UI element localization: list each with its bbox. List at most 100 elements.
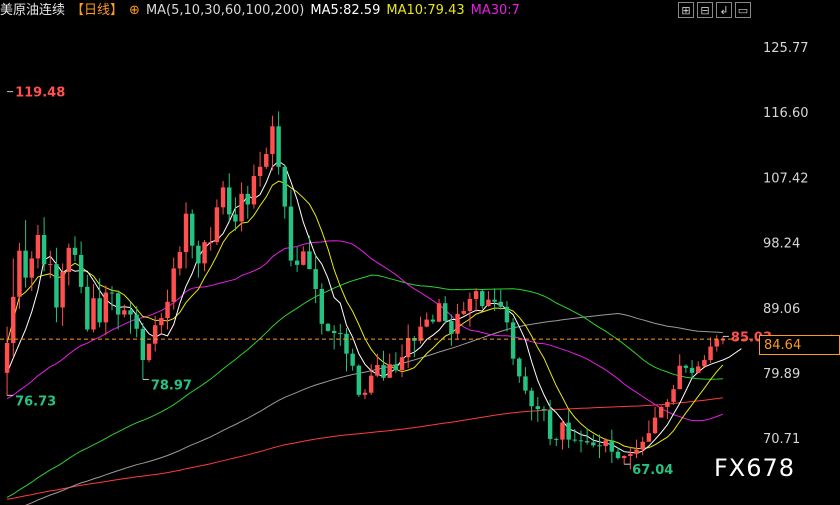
candle-body [78,254,84,287]
candle-body [307,251,312,270]
candle-body [517,358,522,377]
candle-body [60,271,65,308]
candle-body [455,313,460,334]
candle-body [375,365,380,376]
candle-body [449,320,454,334]
candle-body [541,409,547,411]
candle-body [270,126,275,155]
candle-body [264,154,269,167]
candle-body [189,213,195,246]
candle-body [362,392,368,395]
candle-body [430,319,436,322]
candle-body [97,298,102,323]
candle-body [35,235,41,259]
candle-body [628,453,633,456]
candle-body [159,318,164,326]
candle-body [301,251,306,265]
candle-body [584,441,590,443]
candle-body [202,242,207,264]
candle-body [436,303,442,322]
candle-body [597,445,602,447]
candle-body [103,292,109,323]
candle-body [338,333,343,335]
candle-body [331,330,337,334]
candle-body [220,187,226,208]
zoom-in-icon[interactable]: ⊞ [678,2,694,18]
y-tick-label: 89.06 [763,302,800,317]
ma30-value: MA30:7 [470,3,520,18]
candle-body [41,235,47,265]
moving-average-lines [6,160,742,505]
candle-body [325,323,331,331]
candle-body [467,298,473,312]
zoom-out-icon[interactable]: ⊟ [697,2,713,18]
candle-body [122,310,127,315]
candle-body [473,291,479,299]
candle-body [640,441,645,450]
candle-body [658,406,664,418]
candle-body [208,242,213,244]
price-axis: 125.77 116.60 107.42 98.24 89.06 79.89 70.71 [763,41,809,447]
y-tick-label: 107.42 [763,171,809,186]
candle-body [510,322,516,359]
candle-body [239,193,244,222]
candle-body [486,299,491,307]
candle-body [399,357,405,370]
candle-body [214,207,220,243]
ma-params[interactable]: MA(5,10,30,60,100,200) [146,3,304,18]
fullscreen-icon[interactable]: ▭ [735,2,751,18]
candle-body [245,193,250,205]
ma200-line [7,397,723,500]
candle-body [171,268,176,302]
candle-body [591,442,596,446]
candle-body [313,269,318,289]
candle-body [11,296,16,343]
candle-body [152,325,158,344]
candle-body [424,319,429,327]
ma60-line [6,274,723,498]
candle-body [350,353,355,366]
candle-body [566,422,571,440]
candle-body [85,286,90,330]
candle-body [560,422,565,440]
candle-body [183,213,189,253]
candle-body [708,346,713,361]
reset-icon[interactable]: ↲ [716,2,732,18]
watermark: FX678 [714,454,796,482]
gear-icon[interactable]: ⊕ [129,0,140,22]
extreme-annotations: 119.4876.7378.9767.0485.03 [7,86,772,478]
candle-body [498,301,503,307]
candle-body [529,390,534,407]
candle-body [652,417,658,434]
candle-body [461,311,466,314]
candle-body [714,339,719,347]
period-selector[interactable]: 【日线】 [71,3,123,18]
candle-body [294,260,300,265]
annotation-label: 119.48 [15,86,65,101]
candle-body [665,401,670,407]
candle-body [702,360,707,367]
annotation-label: 78.97 [151,378,192,393]
candle-body [165,301,170,319]
y-tick-label: 98.24 [763,237,800,252]
candle-body [251,176,257,205]
ma10-line [6,180,724,450]
candle-body [115,293,121,315]
candle-body [257,166,263,177]
candle-body [368,375,374,393]
candle-body [677,365,682,390]
candle-body [4,342,10,373]
current-price-label: 84.64 [759,335,840,355]
ma10-value: MA10:79.43 [386,3,465,18]
candle-body [609,440,615,452]
candle-body [72,247,78,255]
candle-body [128,310,133,315]
candle-body [66,247,72,272]
candle-body [554,438,559,440]
candle-body [17,250,22,297]
chart-stage: { "header": { "title": "美原油连续", "period"… [0,0,840,505]
candle-body [523,376,528,391]
candle-body [393,364,399,370]
candle-body [696,366,701,373]
annotation-label: 67.04 [632,463,673,478]
